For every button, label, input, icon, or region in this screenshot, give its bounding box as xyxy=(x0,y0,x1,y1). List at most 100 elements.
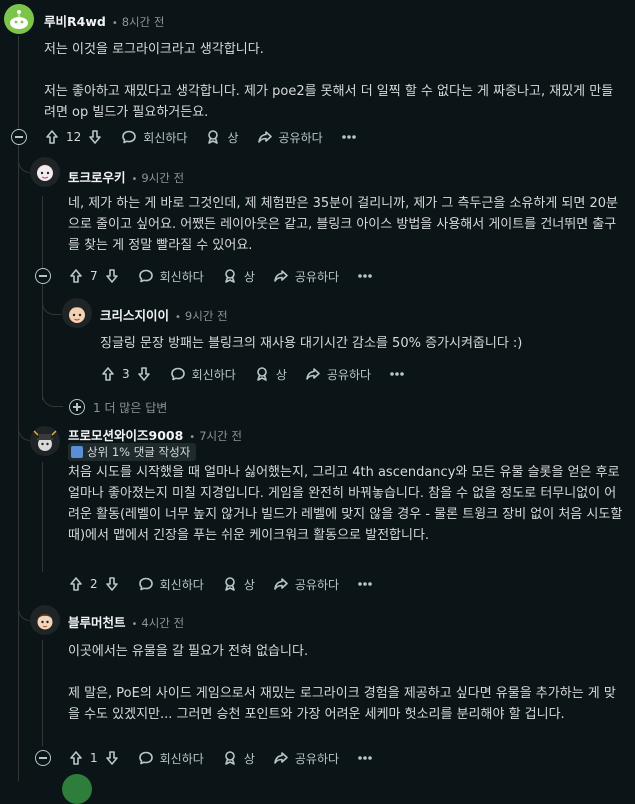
reply-button[interactable]: 회신하다 xyxy=(138,268,204,285)
separator-dot: • xyxy=(189,432,196,443)
arrow-up-icon[interactable] xyxy=(68,268,84,284)
avatar[interactable] xyxy=(4,4,34,34)
more-dots-icon xyxy=(389,366,405,382)
expand-more-replies-button[interactable] xyxy=(69,399,85,415)
separator-dot: • xyxy=(131,174,138,185)
avatar[interactable] xyxy=(30,157,60,187)
arrow-up-icon[interactable] xyxy=(44,129,60,145)
share-label: 공유하다 xyxy=(278,130,323,145)
username[interactable]: 루비R4wd xyxy=(44,11,106,30)
award-ribbon-icon xyxy=(222,576,238,592)
thread-connector-4 xyxy=(18,420,31,441)
comment-body: 처음 시도를 시작했을 때 얼마나 싫어했는지, 그리고 4th ascenda… xyxy=(68,465,623,543)
comment-actions: 12 회신하다 상 공유하다 xyxy=(44,126,375,148)
flair-label: 상위 1% 댓글 작성자 xyxy=(87,445,191,459)
more-options-button[interactable] xyxy=(389,366,405,382)
award-ribbon-icon xyxy=(205,129,221,145)
award-button[interactable]: 상 xyxy=(254,366,287,383)
award-ribbon-icon xyxy=(254,366,270,382)
comment-actions: 7 회신하다 상 공유하다 xyxy=(68,265,391,287)
award-ribbon-icon xyxy=(222,268,238,284)
arrow-up-icon[interactable] xyxy=(68,750,84,766)
arrow-up-icon[interactable] xyxy=(100,366,116,382)
username[interactable]: 크리스지이이 xyxy=(100,305,169,324)
thread-connector-3 xyxy=(42,384,63,407)
username[interactable]: 프로모션와이즈9008 xyxy=(68,425,183,444)
collapse-thread-button[interactable] xyxy=(35,750,51,766)
share-button[interactable]: 공유하다 xyxy=(305,366,371,383)
comment-body: 이곳에서는 유물을 갈 필요가 전혀 없습니다. 제 말은, PoE의 사이드 … xyxy=(68,644,616,722)
character-avatar-icon xyxy=(36,164,54,181)
username[interactable]: 토크로우키 xyxy=(68,167,126,186)
top-commenter-icon xyxy=(71,446,83,458)
share-button[interactable]: 공유하다 xyxy=(273,750,339,767)
timestamp[interactable]: 7시간 전 xyxy=(199,428,242,444)
award-button[interactable]: 상 xyxy=(222,268,255,285)
comment-header: 루비R4wd • 8시간 전 xyxy=(44,11,164,30)
share-label: 공유하다 xyxy=(326,367,372,382)
share-arrow-icon xyxy=(257,129,273,145)
thread-line-reply-1 xyxy=(42,196,43,268)
comment-header: 블루머천트 • 4시간 전 xyxy=(68,612,184,631)
speech-bubble-icon xyxy=(138,576,154,592)
share-label: 공유하다 xyxy=(294,269,340,284)
timestamp[interactable]: 9시간 전 xyxy=(141,170,184,186)
more-options-button[interactable] xyxy=(357,268,373,284)
speech-bubble-icon xyxy=(138,750,154,766)
more-options-button[interactable] xyxy=(357,750,373,766)
arrow-down-icon[interactable] xyxy=(104,576,120,592)
collapse-thread-button[interactable] xyxy=(35,268,51,284)
more-dots-icon xyxy=(357,750,373,766)
separator-dot: • xyxy=(131,619,138,630)
reply-label: 회신하다 xyxy=(159,269,204,284)
arrow-down-icon[interactable] xyxy=(104,750,120,766)
collapse-thread-button[interactable] xyxy=(11,129,27,145)
character-avatar-icon xyxy=(68,307,86,323)
more-replies-link[interactable]: 1 더 많은 답변 xyxy=(93,399,167,416)
more-dots-icon xyxy=(357,268,373,284)
award-label: 상 xyxy=(243,577,255,592)
avatar[interactable] xyxy=(62,298,92,328)
vote-count: 7 xyxy=(90,269,98,283)
reply-label: 회신하다 xyxy=(159,577,204,592)
more-options-button[interactable] xyxy=(341,129,357,145)
reply-button[interactable]: 회신하다 xyxy=(138,576,204,593)
share-button[interactable]: 공유하다 xyxy=(273,268,339,285)
speech-bubble-icon xyxy=(138,268,154,284)
award-button[interactable]: 상 xyxy=(205,129,239,146)
arrow-down-icon[interactable] xyxy=(87,129,103,145)
vote-count: 2 xyxy=(90,577,98,591)
speech-bubble-icon xyxy=(121,129,137,145)
thread-line-reply-4 xyxy=(42,462,43,572)
comment-actions: 3 회신하다 상 공유하다 xyxy=(100,363,423,385)
username[interactable]: 블루머천트 xyxy=(68,612,126,631)
separator-dot: • xyxy=(111,18,118,29)
arrow-down-icon[interactable] xyxy=(104,268,120,284)
timestamp[interactable]: 8시간 전 xyxy=(122,14,165,30)
share-button[interactable]: 공유하다 xyxy=(257,129,323,146)
reply-button[interactable]: 회신하다 xyxy=(138,750,204,767)
reply-button[interactable]: 회신하다 xyxy=(170,366,236,383)
arrow-down-icon[interactable] xyxy=(136,366,152,382)
timestamp[interactable]: 4시간 전 xyxy=(141,615,184,631)
comment-actions: 1 회신하다 상 공유하다 xyxy=(68,747,391,769)
share-arrow-icon xyxy=(273,268,289,284)
comment-body: 징글링 문장 방패는 블링크의 재사용 대기시간 감소를 50% 증가시켜줍니다… xyxy=(100,336,523,351)
share-button[interactable]: 공유하다 xyxy=(273,576,339,593)
comment-header: 프로모션와이즈9008 • 7시간 전 xyxy=(68,425,242,444)
timestamp[interactable]: 9시간 전 xyxy=(185,308,228,324)
avatar[interactable] xyxy=(62,774,92,804)
reply-button[interactable]: 회신하다 xyxy=(121,129,187,146)
award-label: 상 xyxy=(243,269,255,284)
thread-line-root xyxy=(18,36,19,781)
avatar[interactable] xyxy=(30,426,60,456)
comment-header: 크리스지이이 • 9시간 전 xyxy=(100,305,228,324)
award-button[interactable]: 상 xyxy=(222,750,255,767)
thread-connector-5 xyxy=(18,598,31,621)
more-options-button[interactable] xyxy=(357,576,373,592)
vote-count: 3 xyxy=(122,367,130,381)
thread-connector-2 xyxy=(42,282,61,315)
avatar[interactable] xyxy=(30,605,60,635)
arrow-up-icon[interactable] xyxy=(68,576,84,592)
award-button[interactable]: 상 xyxy=(222,576,255,593)
